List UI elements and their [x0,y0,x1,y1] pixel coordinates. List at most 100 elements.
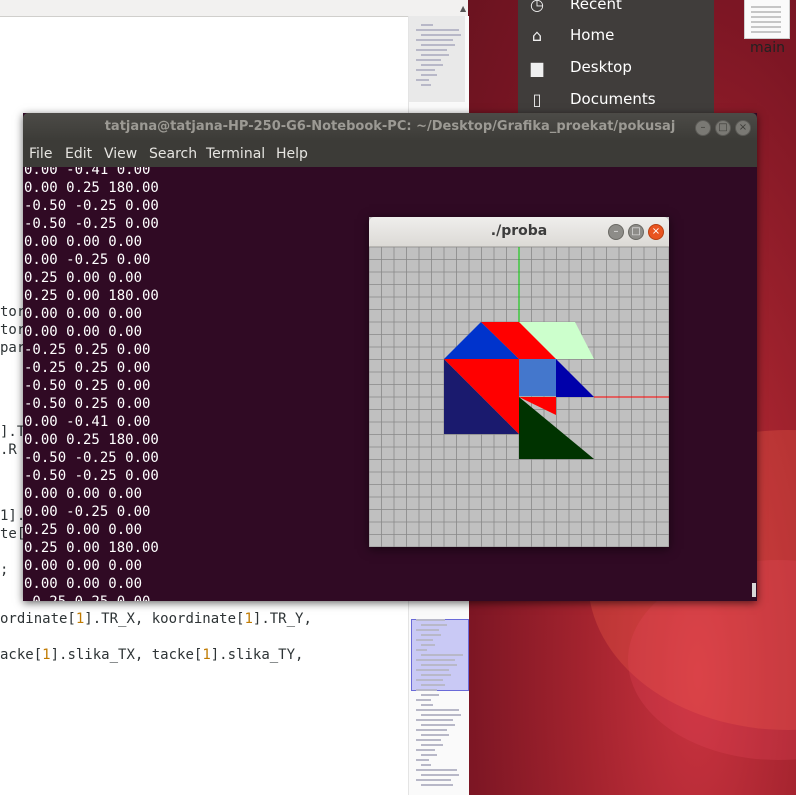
menu-file[interactable]: File [29,146,52,162]
terminal-scrollbar[interactable] [752,583,756,597]
terminal-line: 0.00 0.00 0.00 [24,324,143,340]
terminal-line: 0.00 0.25 180.00 [24,432,159,448]
sidebar-item-recent[interactable]: ◷ Recent [518,0,714,20]
terminal-line: -0.25 0.25 0.00 [24,342,151,358]
minimap-line [421,784,453,786]
minimap-line [421,664,457,666]
minimap-line [421,64,443,66]
minimap-line [416,29,459,31]
menu-help[interactable]: Help [276,146,308,162]
code-line: par [0,340,26,356]
terminal-titlebar[interactable]: tatjana@tatjana-HP-250-G6-Notebook-PC: ~… [23,113,757,141]
code-number: 1 [244,611,253,627]
code-line: .R [0,442,17,458]
minimap-line [421,704,433,706]
minimap-line [416,699,431,701]
sidebar-item-desktop[interactable]: ▆ Desktop [518,53,714,83]
folder-icon: ▆ [530,58,544,77]
terminal-menubar: File Edit View Search Terminal Help [23,141,757,167]
minimap-line [421,654,463,656]
proba-titlebar[interactable]: ./proba – □ × [369,217,669,247]
menu-edit[interactable]: Edit [65,146,92,162]
minimap-line [416,679,443,681]
minimap-line [416,659,455,661]
minimap-line [421,754,437,756]
code-number: 1 [202,647,211,663]
minimap-line [416,629,439,631]
minimap-line [416,39,453,41]
minimap-line [421,674,451,676]
terminal-line: -0.50 -0.25 0.00 [24,216,159,232]
terminal-line: 0.00 0.00 0.00 [24,306,143,322]
terminal-line: 0.00 0.25 180.00 [24,180,159,196]
opengl-canvas[interactable] [369,247,669,547]
menu-view[interactable]: View [104,146,137,162]
minimap-line [421,54,449,56]
minimap-line [421,644,435,646]
minimap-line [421,624,447,626]
terminal-line: -0.50 -0.25 0.00 [24,450,159,466]
minimize-button[interactable]: – [608,224,624,240]
code-line: acke[1].slika_TX, tacke[1].slika_TY, [0,647,303,663]
close-button[interactable]: × [735,120,751,136]
terminal-line: 0.00 -0.41 0.00 [24,414,151,430]
minimap-line [421,694,439,696]
menu-terminal[interactable]: Terminal [206,146,265,162]
code-text: ].slika_TX, tacke[ [50,647,203,663]
close-button[interactable]: × [648,224,664,240]
sidebar-item-label: Home [570,26,615,44]
terminal-line: -0.50 0.25 0.00 [24,378,151,394]
sidebar-item-documents[interactable]: ▯ Documents [518,85,714,115]
code-line: tor [0,304,26,320]
minimap-line [421,724,455,726]
code-line: te[ [0,526,26,542]
code-text: ].TR_X, koordinate[ [84,611,245,627]
document-icon: ▯ [532,90,542,109]
terminal-line: 0.00 0.00 0.00 [24,576,143,592]
minimap-line [416,729,447,731]
terminal-line: 0.25 0.00 0.00 [24,522,143,538]
terminal-line: -0.50 -0.25 0.00 [24,468,159,484]
minimap-line [416,49,447,51]
terminal-line: 0.00 0.00 0.00 [24,558,143,574]
minimap-line [421,684,445,686]
maximize-button[interactable]: □ [628,224,644,240]
minimap-line [416,719,453,721]
sidebar-item-label: Documents [570,90,656,108]
minimap-line [421,774,459,776]
menu-search[interactable]: Search [149,146,197,162]
terminal-line: -0.50 -0.25 0.00 [24,198,159,214]
code-number: 1 [42,647,51,663]
terminal-line: 0.25 0.00 180.00 [24,288,159,304]
minimap-line [416,649,427,651]
file-icon[interactable] [744,0,790,39]
terminal-line: 0.00 -0.25 0.00 [24,252,151,268]
minimap-line [421,764,431,766]
home-icon: ⌂ [531,26,543,45]
minimap-line [416,79,429,81]
minimap-line [421,84,431,86]
scroll-up-icon[interactable]: ▲ [460,4,466,13]
terminal-line: 0.25 0.00 180.00 [24,540,159,556]
terminal-line: 0.00 -0.25 0.00 [24,504,151,520]
code-text: ].TR_Y, [252,611,312,627]
minimap-line [416,619,445,621]
minimap-line [421,634,441,636]
terminal-line: -0.50 0.25 0.00 [24,396,151,412]
window-title: ./proba [490,223,548,239]
minimap-line [416,59,441,61]
terminal-line: -0.25 0.25 0.00 [24,360,151,376]
sidebar-item-home[interactable]: ⌂ Home [518,21,714,51]
steel-blue-square [519,359,556,396]
code-line: ; [0,562,9,578]
maximize-button[interactable]: □ [715,120,731,136]
minimize-button[interactable]: – [695,120,711,136]
code-line: tor [0,322,26,338]
terminal-line: -0.25 0.25 0.00 [24,594,150,601]
desktop-file-label[interactable]: main [750,40,785,56]
minimap-line [416,769,457,771]
proba-window[interactable]: ./proba – □ × [369,217,669,547]
terminal-line: 0.25 0.00 0.00 [24,270,143,286]
minimap-line [421,744,443,746]
code-text: acke[ [0,647,43,663]
